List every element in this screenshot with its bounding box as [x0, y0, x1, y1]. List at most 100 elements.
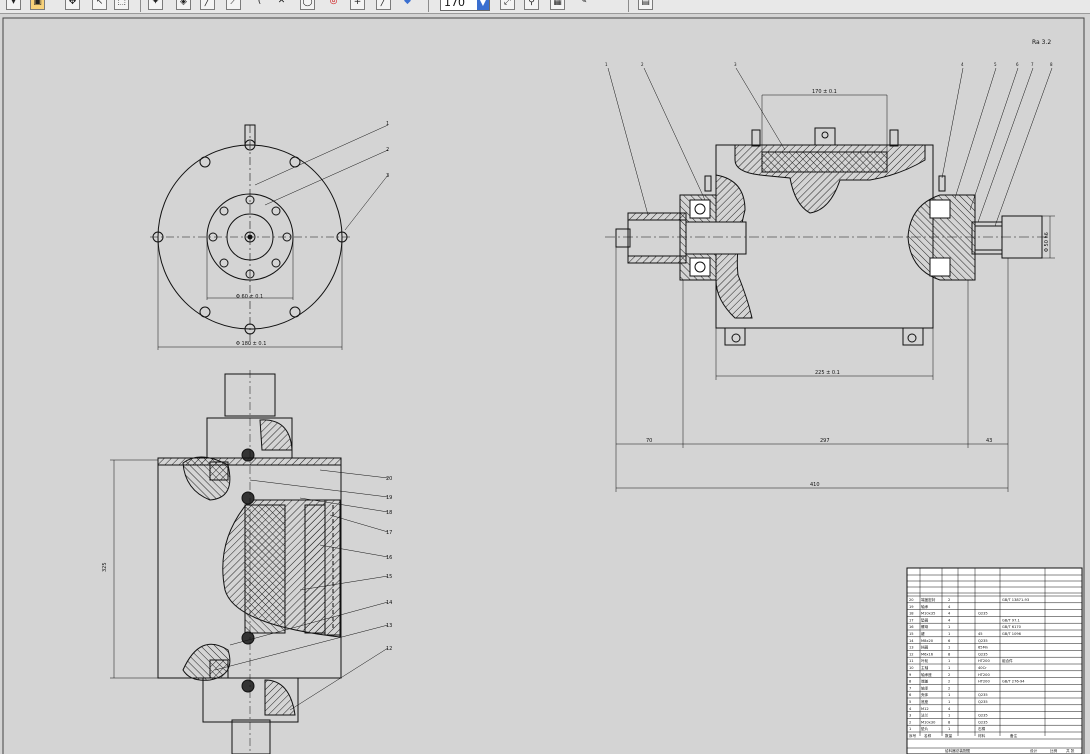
front-section-view: [605, 67, 1055, 492]
dim-left-ext: 70: [646, 438, 652, 444]
parts-cell-mat: 石棉: [978, 726, 986, 731]
parts-cell-qty: 1: [948, 666, 950, 670]
parts-cell-mat: Q235: [978, 714, 988, 718]
parts-cell-name: 端盖: [921, 679, 929, 684]
parts-cell-mat: HT200: [978, 680, 990, 684]
balloon-side-12: 12: [386, 646, 392, 652]
balloon-side-16: 16: [386, 555, 392, 561]
balloon-sec-8: 8: [1050, 62, 1053, 67]
parts-cell-mat: Q235: [978, 720, 988, 724]
parts-cell-mat: Q235: [978, 700, 988, 704]
parts-cell-name: 叶轮: [921, 658, 929, 663]
parts-cell-name: 轴承: [921, 685, 929, 690]
parts-cell-mat: HT200: [978, 659, 990, 663]
parts-cell-qty: 1: [948, 727, 950, 731]
parts-cell-name: 键: [921, 631, 925, 636]
balloon-side-13: 13: [386, 623, 392, 629]
parts-cell-name: 螺母: [921, 624, 929, 629]
parts-cell-qty: 1: [948, 646, 950, 650]
parts-cell-name: 底座: [921, 699, 929, 704]
parts-cell-name: 垫圈: [921, 617, 929, 622]
parts-cell-name: 挡圈: [921, 645, 929, 650]
parts-cell-name: M12: [921, 707, 929, 711]
dim-section-base: 225 ± 0.1: [815, 370, 840, 376]
top-view: [150, 124, 389, 350]
parts-header-cell: 材料: [978, 733, 986, 738]
parts-cell-no: 10: [909, 666, 914, 670]
title-block-footer-text: 比例: [1050, 748, 1058, 753]
dim-mid-len: 297: [820, 438, 830, 444]
parts-header-cell: 名称: [924, 733, 932, 738]
parts-cell-name: 轴承座: [921, 672, 932, 677]
drawing-canvas[interactable]: Ra 3.2 Φ 60 ± 0.1 Φ 180 ± 0.1 1 2 3 325 …: [0, 0, 1090, 754]
parts-cell-qty: 1: [948, 659, 950, 663]
parts-cell-note: GB/T 13871-93: [1002, 598, 1029, 602]
title-block-footer-text: 设计: [1030, 748, 1038, 753]
balloon-top-3: 3: [386, 173, 389, 179]
dim-outer-diameter: Φ 180 ± 0.1: [236, 341, 266, 347]
parts-cell-no: 17: [909, 618, 914, 622]
parts-cell-mat: Q235: [978, 652, 988, 656]
balloon-sec-4: 4: [961, 62, 964, 67]
parts-cell-name: M10x35: [921, 612, 935, 616]
parts-cell-name: M10x30: [921, 720, 936, 724]
balloon-sec-7: 7: [1031, 62, 1034, 67]
parts-cell-no: 18: [909, 612, 914, 616]
dim-side-height: 325: [102, 562, 108, 572]
parts-cell-note: 组合件: [1002, 658, 1013, 663]
parts-cell-note: GB/T 6170: [1002, 625, 1022, 629]
balloon-top-2: 2: [386, 147, 389, 153]
title-block-footer-text: 共 张: [1066, 748, 1075, 753]
parts-cell-mat: 45: [978, 632, 983, 636]
parts-cell-mat: HT200: [978, 673, 990, 677]
dim-overall: 410: [810, 482, 820, 488]
balloon-side-17: 17: [386, 530, 392, 536]
parts-cell-no: 12: [909, 652, 914, 656]
parts-cell-no: 15: [909, 632, 914, 636]
parts-cell-name: 主轴: [921, 665, 929, 670]
parts-cell-qty: 1: [948, 625, 950, 629]
parts-cell-note: GB/T 276-94: [1002, 680, 1025, 684]
parts-cell-qty: 2: [948, 686, 950, 690]
parts-cell-no: 11: [909, 659, 914, 663]
parts-header-cell: 数量: [945, 733, 953, 738]
balloon-sec-2: 2: [641, 62, 644, 67]
balloon-side-18: 18: [386, 510, 392, 516]
parts-cell-qty: 1: [948, 700, 950, 704]
balloon-top-1: 1: [386, 121, 389, 127]
dim-section-top: 170 ± 0.1: [812, 89, 837, 95]
balloon-side-19: 19: [386, 495, 392, 501]
balloon-sec-3: 3: [734, 62, 737, 67]
dim-shaft-dia: Φ 50 h6: [1044, 232, 1050, 252]
parts-cell-qty: 2: [948, 680, 950, 684]
parts-cell-mat: 40Cr: [978, 666, 987, 670]
parts-cell-qty: 1: [948, 632, 950, 636]
parts-cell-qty: 1: [948, 714, 950, 718]
parts-cell-name: M6x16: [921, 652, 934, 656]
parts-cell-note: GB/T 97.1: [1002, 618, 1020, 622]
balloon-side-14: 14: [386, 600, 392, 606]
balloon-sec-6: 6: [1016, 62, 1019, 67]
parts-cell-qty: 2: [948, 673, 950, 677]
balloon-sec-1: 1: [605, 62, 608, 67]
parts-cell-no: 1: [909, 727, 911, 731]
parts-cell-no: 2: [909, 720, 911, 724]
balloon-side-20: 20: [386, 476, 392, 482]
title-block-footer-text: 给料器总装配图: [945, 748, 971, 753]
parts-cell-no: 7: [909, 686, 911, 690]
parts-cell-name: M8x20: [921, 639, 934, 643]
parts-cell-no: 3: [909, 714, 911, 718]
parts-cell-no: 20: [909, 598, 914, 602]
parts-cell-no: 16: [909, 625, 914, 629]
parts-cell-no: 14: [909, 639, 914, 643]
parts-cell-qty: 1: [948, 693, 950, 697]
side-section-view: [110, 370, 389, 754]
parts-cell-qty: 2: [948, 598, 950, 602]
title-block: 20 端盖密封 2 GB/T 13871-9319 轴承 418 M10x35 4 Q23517…: [906, 567, 1083, 754]
roughness-mark: Ra 3.2: [1032, 39, 1051, 46]
parts-cell-name: 壳体: [921, 692, 929, 697]
parts-cell-note: GB/T 1096: [1002, 632, 1022, 636]
parts-cell-mat: Q235: [978, 693, 988, 697]
parts-header-cell: 备注: [1010, 733, 1018, 738]
balloon-side-15: 15: [386, 574, 392, 580]
